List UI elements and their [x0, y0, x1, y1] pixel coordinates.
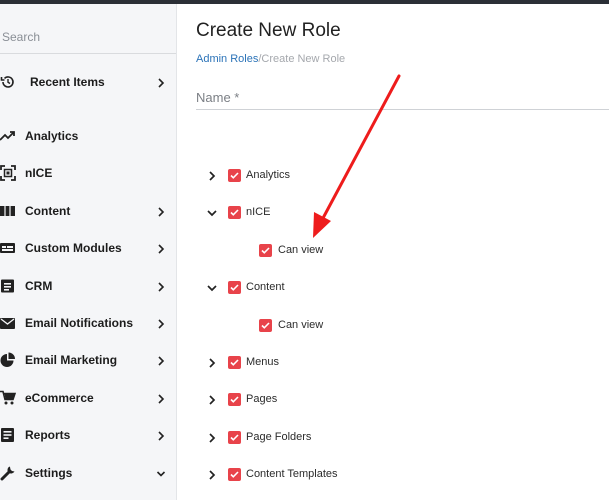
sidebar-item-email-notifications[interactable]: Email Notifications	[0, 308, 176, 338]
checkbox[interactable]	[228, 431, 241, 444]
sidebar-item-label: Analytics	[25, 129, 79, 143]
chevron-right-icon[interactable]	[206, 468, 218, 482]
sidebar-item-recent-items[interactable]: Recent Items	[0, 67, 176, 97]
sidebar-item-label: CRM	[25, 279, 53, 293]
tree-item-nice-can-view: Can view	[259, 240, 459, 262]
tree-item-label: nICE	[246, 206, 271, 218]
tree-item-label: Content	[246, 281, 285, 293]
sidebar-item-label: Email Marketing	[25, 353, 118, 367]
tree-item-content-templates: Content Templates	[206, 464, 506, 486]
tree-item-content-can-view: Can view	[259, 315, 459, 337]
tree-item-menus: Menus	[206, 352, 506, 374]
table-icon	[0, 203, 16, 219]
trending-up-icon	[0, 128, 16, 144]
tree-item-page-folders: Page Folders	[206, 427, 506, 449]
sidebar-item-label: Recent Items	[30, 75, 105, 89]
tree-item-label: Can view	[278, 319, 324, 331]
chevron-right-icon	[156, 280, 166, 292]
checkbox[interactable]	[259, 319, 272, 332]
tree-item-label: Pages	[246, 393, 278, 405]
sidebar-item-content[interactable]: Content	[0, 196, 176, 226]
checkbox[interactable]	[228, 393, 241, 406]
tree-item-content: Content	[206, 277, 506, 299]
tree-item-label: Menus	[246, 356, 280, 368]
search-input[interactable]: Search	[0, 24, 176, 54]
tree-item-analytics: Analytics	[206, 165, 506, 187]
tree-item-label: Can view	[278, 244, 324, 256]
sidebar-item-label: Settings	[25, 466, 73, 480]
chevron-right-icon	[156, 392, 166, 404]
tree-item-nice: nICE	[206, 202, 506, 224]
breadcrumb-current: /Create New Role	[258, 53, 346, 65]
sidebar-item-reports[interactable]: Reports	[0, 420, 176, 450]
sidebar-item-label: nICE	[25, 166, 53, 180]
sidebar-item-ecommerce[interactable]: eCommerce	[0, 383, 176, 413]
history-icon	[0, 74, 16, 90]
search-placeholder: Search	[2, 30, 41, 44]
sidebar-item-email-marketing[interactable]: Email Marketing	[0, 345, 176, 375]
checkbox[interactable]	[228, 206, 241, 219]
chevron-down-icon	[156, 467, 166, 479]
chevron-right-icon	[156, 354, 166, 366]
report-icon	[0, 427, 16, 443]
sidebar-item-custom-modules[interactable]: Custom Modules	[0, 233, 176, 263]
breadcrumb: Admin Roles/Create New Role	[196, 53, 345, 65]
sidebar: Search Recent Items Analytics nICE Conte…	[0, 4, 177, 500]
checkbox[interactable]	[228, 169, 241, 182]
chevron-down-icon[interactable]	[206, 206, 218, 220]
pie-chart-icon	[0, 352, 16, 368]
mail-icon	[0, 315, 16, 331]
chevron-right-icon	[156, 317, 166, 329]
name-field[interactable]: Name *	[196, 82, 609, 110]
chevron-right-icon[interactable]	[206, 431, 218, 445]
cart-icon	[0, 390, 17, 406]
sidebar-item-label: Reports	[25, 428, 71, 442]
sidebar-item-label: Content	[25, 204, 71, 218]
breadcrumb-link-admin-roles[interactable]: Admin Roles	[196, 53, 258, 65]
sidebar-item-crm[interactable]: CRM	[0, 271, 176, 301]
tree-item-label: Page Folders	[246, 431, 312, 443]
sidebar-item-label: Email Notifications	[25, 316, 134, 330]
tree-item-label: Analytics	[246, 169, 291, 181]
tree-item-pages: Pages	[206, 389, 506, 411]
sidebar-item-label: eCommerce	[25, 391, 94, 405]
sidebar-item-nice[interactable]: nICE	[0, 158, 176, 188]
chevron-right-icon	[156, 76, 166, 88]
scan-icon	[0, 165, 16, 181]
tree-item-label: Content Templates	[246, 468, 338, 480]
checkbox[interactable]	[228, 356, 241, 369]
checkbox[interactable]	[228, 281, 241, 294]
chevron-right-icon	[156, 242, 166, 254]
chevron-down-icon[interactable]	[206, 281, 218, 295]
wrench-icon	[0, 465, 16, 481]
contact-card-icon	[0, 278, 16, 294]
main-content: Create New Role Admin Roles/Create New R…	[178, 4, 609, 500]
checkbox[interactable]	[228, 468, 241, 481]
chevron-right-icon[interactable]	[206, 169, 218, 183]
sidebar-item-label: Custom Modules	[25, 241, 122, 255]
sidebar-item-analytics[interactable]: Analytics	[0, 121, 176, 151]
name-field-label: Name *	[196, 90, 240, 105]
module-icon	[0, 240, 16, 256]
checkbox[interactable]	[259, 244, 272, 257]
page-title: Create New Role	[196, 20, 341, 41]
chevron-right-icon[interactable]	[206, 356, 218, 370]
sidebar-item-settings[interactable]: Settings	[0, 458, 176, 488]
chevron-right-icon[interactable]	[206, 393, 218, 407]
chevron-right-icon	[156, 429, 166, 441]
chevron-right-icon	[156, 205, 166, 217]
